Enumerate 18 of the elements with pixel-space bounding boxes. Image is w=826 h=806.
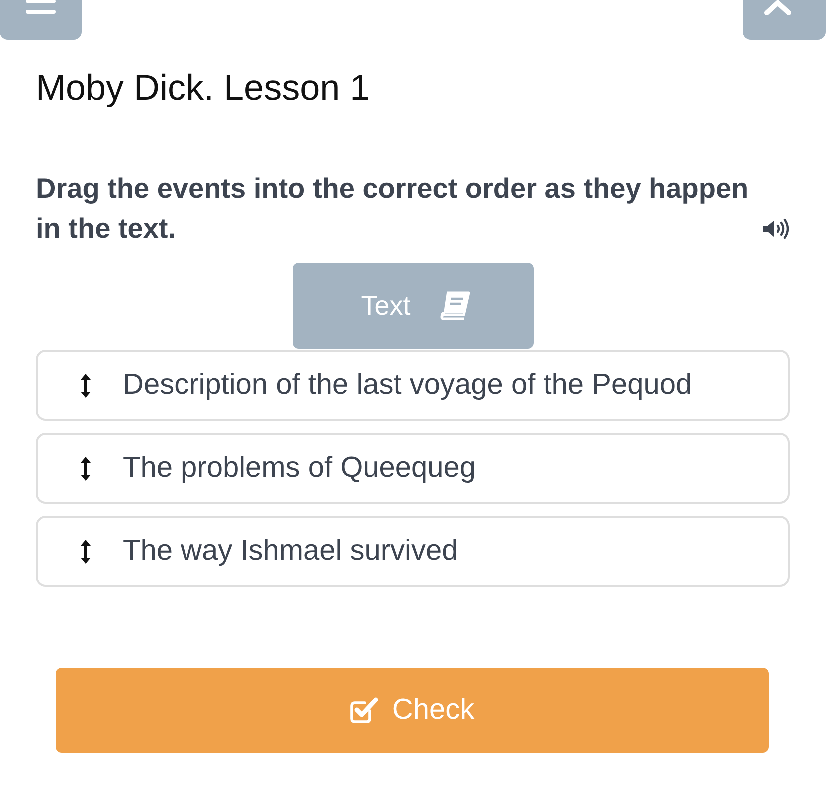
menu-icon <box>26 0 56 15</box>
instruction-text: Drag the events into the correct order as they happen in the text. <box>36 172 750 246</box>
book-icon <box>438 291 471 321</box>
vertical-arrows-icon <box>80 454 92 482</box>
speaker-icon[interactable] <box>762 218 790 240</box>
vertical-arrows-icon <box>80 538 92 566</box>
item-label: The problems of Queequeg <box>123 452 476 485</box>
item-label: The way Ishmael survived <box>123 535 458 568</box>
lesson-title: Moby Dick. Lesson 1 <box>36 66 372 110</box>
draggable-item[interactable]: The way Ishmael survived <box>36 516 790 587</box>
corner-button[interactable] <box>743 0 826 40</box>
item-label: Description of the last voyage of the Pequod <box>123 369 692 402</box>
draggable-item[interactable]: Description of the last voyage of the Pequod <box>36 350 790 421</box>
chevron-icon <box>764 0 792 15</box>
menu-button[interactable] <box>0 0 82 40</box>
checkbox-tick-icon <box>350 696 380 724</box>
draggable-item[interactable]: The problems of Queequeg <box>36 433 790 504</box>
vertical-arrows-icon <box>80 372 92 400</box>
